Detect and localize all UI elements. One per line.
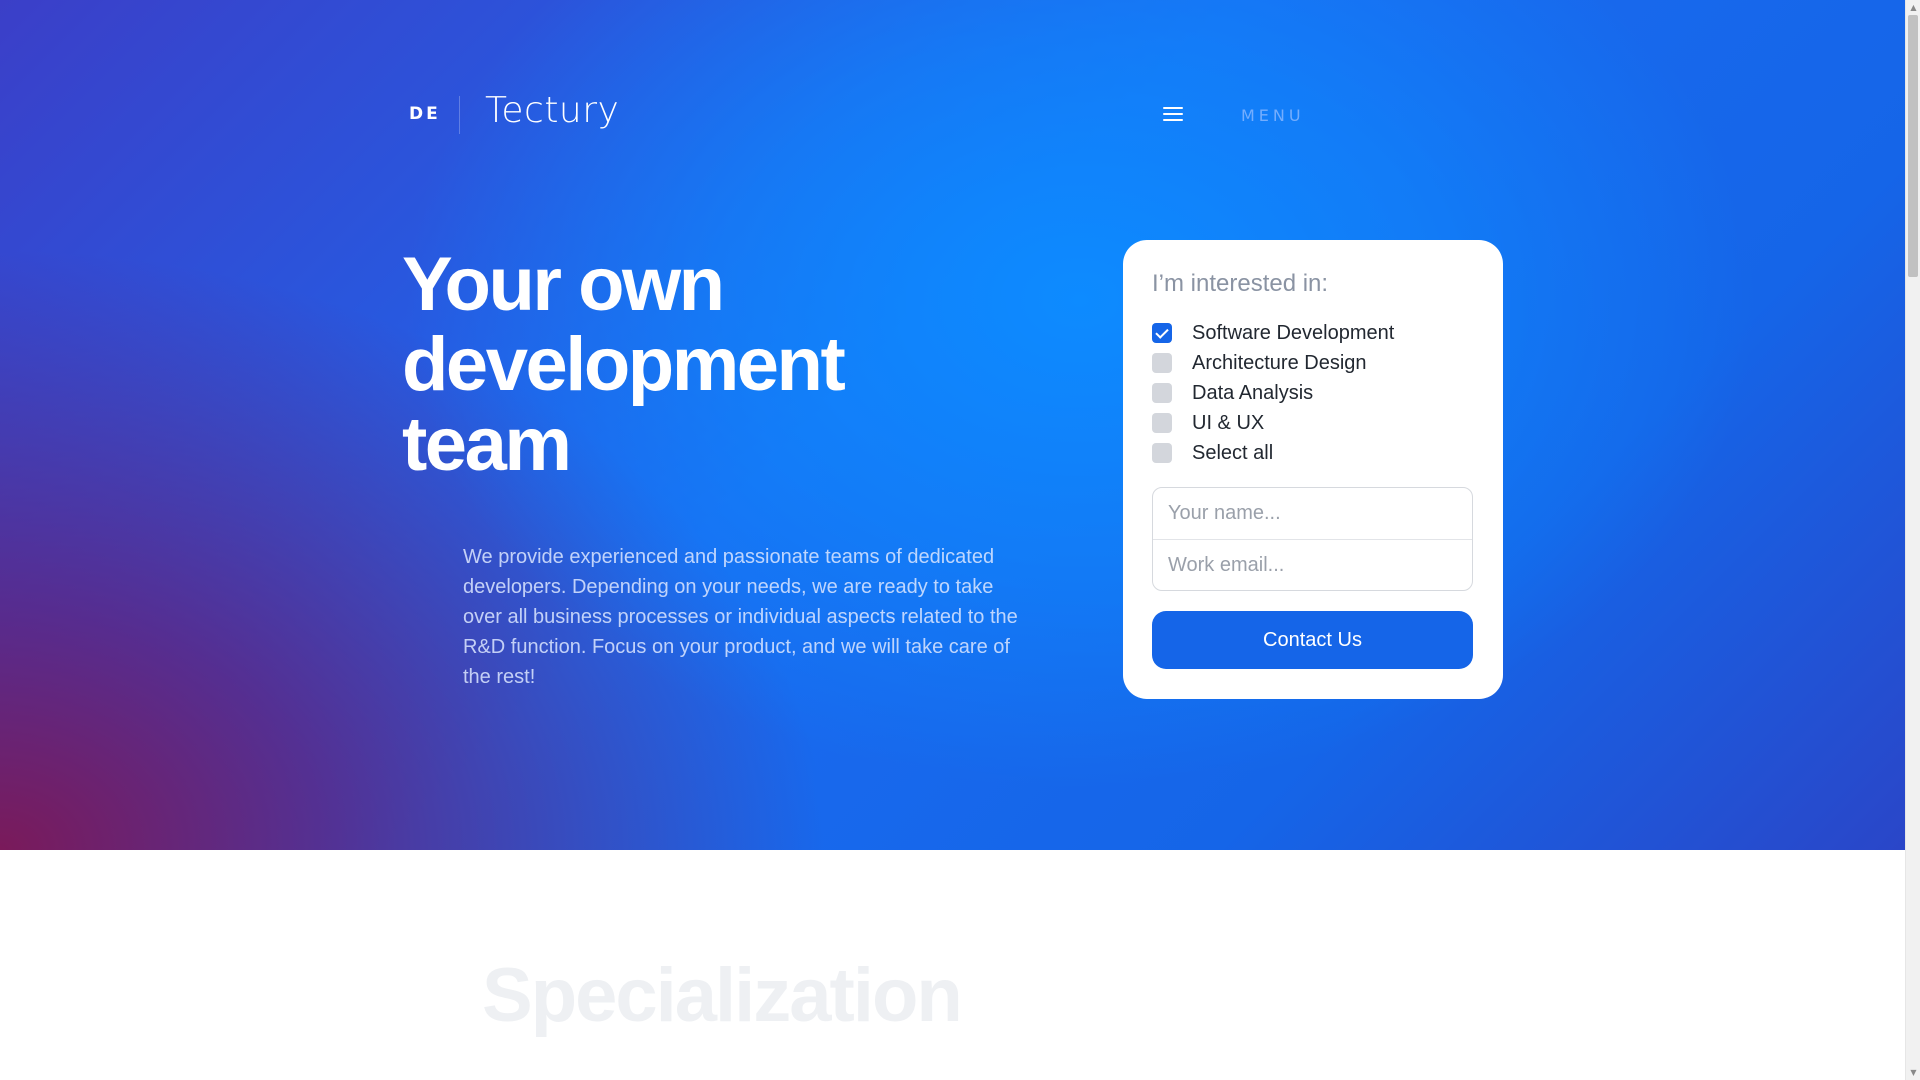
headline-line-1: Your own xyxy=(402,242,725,327)
scroll-down-arrow-icon[interactable]: ▼ xyxy=(1906,1065,1920,1080)
option-software-development[interactable]: Software Development xyxy=(1152,320,1394,346)
option-label: Software Development xyxy=(1192,321,1395,344)
contact-us-button[interactable]: Contact Us xyxy=(1152,611,1473,669)
checkbox-icon[interactable] xyxy=(1152,353,1172,373)
checkbox-icon[interactable] xyxy=(1152,383,1172,403)
page-scrollbar[interactable]: ▲ ▼ xyxy=(1905,0,1920,1080)
checkbox-icon[interactable] xyxy=(1152,413,1172,433)
option-architecture-design[interactable]: Architecture Design xyxy=(1152,350,1367,376)
specialization-heading: Specialization xyxy=(482,953,963,1038)
specialization-intro-cutoff xyxy=(483,1068,1443,1080)
form-title: I’m interested in: xyxy=(1152,270,1329,297)
email-input[interactable] xyxy=(1153,539,1472,590)
hero-intro-text: We provide experienced and passionate te… xyxy=(463,546,1018,688)
option-label: Architecture Design xyxy=(1192,351,1367,374)
checkbox-icon[interactable] xyxy=(1152,443,1172,463)
header-divider xyxy=(459,96,460,134)
name-input[interactable] xyxy=(1153,488,1472,539)
contact-fields xyxy=(1152,487,1473,591)
hero-section: DE Tectury MENU Your own development tea… xyxy=(0,0,1905,850)
option-data-analysis[interactable]: Data Analysis xyxy=(1152,380,1313,406)
headline-line-2: development xyxy=(402,322,846,407)
option-label: Select all xyxy=(1192,441,1274,464)
interest-form-card: I’m interested in: Software Development … xyxy=(1123,240,1503,699)
option-label: Data Analysis xyxy=(1192,381,1314,404)
language-switch-de[interactable]: DE xyxy=(409,104,441,124)
scroll-thumb[interactable] xyxy=(1908,15,1918,277)
scroll-up-arrow-icon[interactable]: ▲ xyxy=(1906,0,1920,15)
headline-line-3: team xyxy=(402,402,572,487)
hero-headline: Your own development team xyxy=(402,245,962,485)
option-select-all[interactable]: Select all xyxy=(1152,440,1273,466)
tectury-logo[interactable]: Tectury xyxy=(485,90,619,131)
option-label: UI & UX xyxy=(1192,411,1265,434)
checkbox-checked-icon[interactable] xyxy=(1152,323,1172,343)
menu-button[interactable]: MENU xyxy=(1241,106,1305,125)
hamburger-icon[interactable] xyxy=(1163,107,1183,121)
option-ui-ux[interactable]: UI & UX xyxy=(1152,410,1264,436)
